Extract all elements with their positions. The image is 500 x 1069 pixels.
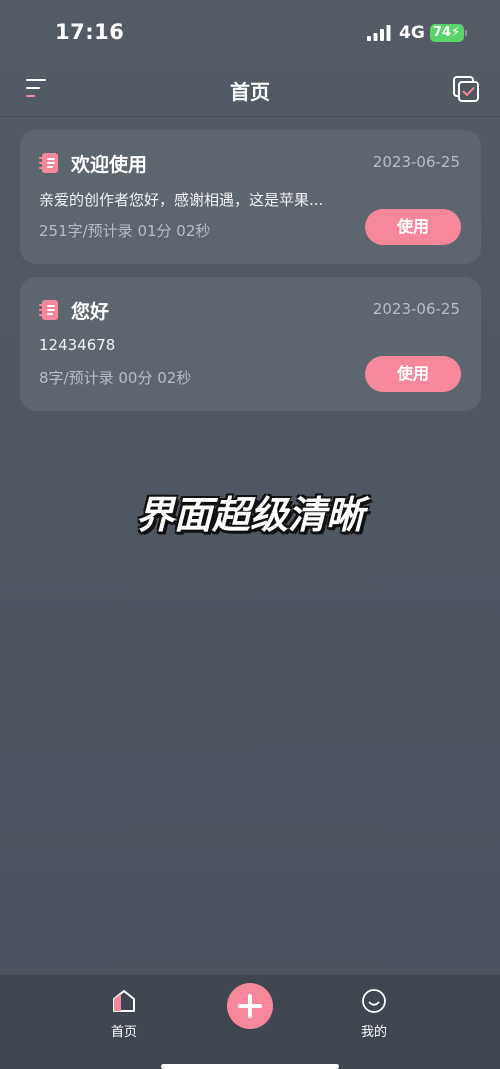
smile-icon	[362, 989, 386, 1013]
battery-level: 74	[433, 25, 452, 40]
battery-icon: 74⚡	[430, 24, 467, 42]
add-button[interactable]	[227, 983, 273, 1029]
script-title: 欢迎使用	[71, 154, 148, 176]
network-type: 4G	[399, 23, 425, 43]
script-meta: 251字/预计录 01分 02秒	[39, 222, 211, 240]
tab-home[interactable]: 首页	[94, 987, 154, 1043]
tab-mine[interactable]: 我的	[344, 987, 404, 1043]
charging-bolt-icon: ⚡	[451, 25, 461, 40]
script-meta: 8字/预计录 00分 02秒	[39, 369, 192, 387]
script-preview: 12434678	[39, 336, 116, 354]
overlay-caption: 界面超级清晰	[135, 493, 364, 537]
home-icon	[113, 990, 135, 1012]
use-button[interactable]: 使用	[365, 209, 461, 245]
tab-mine-label: 我的	[360, 1025, 387, 1040]
notebook-icon	[39, 300, 58, 320]
status-time: 17:16	[55, 20, 125, 44]
notebook-icon	[39, 153, 58, 173]
status-bar: 17:16 4G 74⚡	[0, 0, 500, 62]
script-card[interactable]: 欢迎使用 2023-06-25 亲爱的创作者您好，感谢相遇，这是苹果... 25…	[20, 130, 481, 264]
home-indicator	[161, 1064, 339, 1069]
tab-bar: 首页 我的	[0, 975, 500, 1069]
script-date: 2023-06-25	[372, 300, 460, 318]
nav-bar: 首页	[0, 62, 500, 117]
battery-cap	[465, 30, 467, 36]
script-date: 2023-06-25	[372, 153, 460, 171]
plus-icon	[238, 994, 262, 1018]
tab-home-label: 首页	[110, 1025, 137, 1040]
page-title: 首页	[230, 80, 270, 104]
check-square-icon[interactable]	[452, 75, 480, 103]
script-title: 您好	[71, 301, 110, 323]
use-button[interactable]: 使用	[365, 356, 461, 392]
script-card[interactable]: 您好 2023-06-25 12434678 8字/预计录 00分 02秒 使用	[20, 277, 481, 411]
script-preview: 亲爱的创作者您好，感谢相遇，这是苹果...	[39, 191, 324, 209]
signal-icon	[367, 25, 391, 41]
